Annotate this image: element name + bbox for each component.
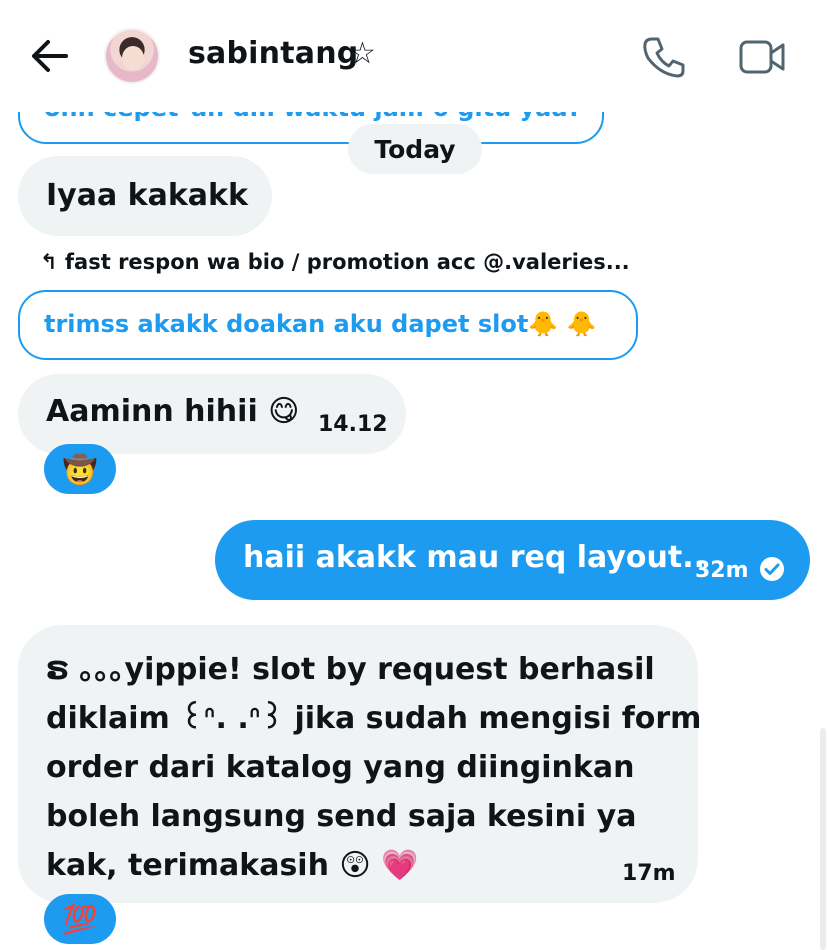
avatar[interactable]: [104, 28, 160, 84]
message-line: ຣ ｡｡｡yippie! slot by request berhasil: [46, 652, 655, 687]
message-text: haii akakk mau req layout..: [243, 540, 706, 575]
reaction-badge[interactable]: 💯: [44, 894, 116, 944]
phone-icon: [643, 37, 685, 78]
reply-context[interactable]: ↰ fast respon wa bio / promotion acc @.v…: [40, 250, 630, 274]
message-line: boleh langsung send saja kesini ya: [46, 799, 637, 834]
message-line: order dari katalog yang diinginkan: [46, 750, 635, 785]
read-check-icon: [760, 557, 784, 581]
message-m3[interactable]: trimss akakk doakan aku dapet slot🐥 🐥: [18, 290, 638, 360]
message-m5[interactable]: haii akakk mau req layout.. 32m: [215, 520, 810, 600]
hundred-points-emoji-icon: 💯: [62, 902, 98, 936]
message-line: kak, terimakasih 😲 💗: [46, 848, 419, 883]
scrollbar[interactable]: [820, 728, 826, 950]
call-button[interactable]: [642, 36, 686, 78]
date-label: Today: [374, 134, 456, 164]
chat-header: sabintang ☆: [0, 0, 828, 112]
date-divider: Today: [348, 124, 482, 174]
arrow-left-icon: [32, 40, 68, 72]
message-text: trimss akakk doakan aku dapet slot🐥 🐥: [44, 310, 597, 338]
cowboy-emoji-icon: 🤠: [62, 452, 98, 486]
message-body: ຣ ｡｡｡yippie! slot by request berhasil di…: [46, 645, 702, 890]
contact-name[interactable]: sabintang: [188, 36, 358, 71]
message-text: Iyaa kakakk: [46, 178, 248, 213]
message-m4[interactable]: Aaminn hihii 😋 14.12: [18, 374, 406, 454]
message-time: 14.12: [318, 412, 388, 437]
message-time: 17m: [622, 861, 676, 886]
back-button[interactable]: [30, 38, 70, 74]
message-m6[interactable]: ຣ ｡｡｡yippie! slot by request berhasil di…: [18, 625, 702, 903]
reaction-badge[interactable]: 🤠: [44, 444, 116, 494]
video-camera-icon: [739, 40, 785, 74]
message-m2[interactable]: Iyaa kakakk: [18, 156, 272, 236]
message-text: Aaminn hihii 😋: [46, 394, 300, 429]
video-call-button[interactable]: [738, 38, 786, 76]
message-line: diklaim ꒰ᐢ. .ᐢ꒱ jika sudah mengisi form: [46, 701, 702, 736]
star-icon: ☆: [349, 36, 376, 71]
message-time: 32m: [695, 558, 749, 583]
avatar-face: [122, 46, 144, 70]
